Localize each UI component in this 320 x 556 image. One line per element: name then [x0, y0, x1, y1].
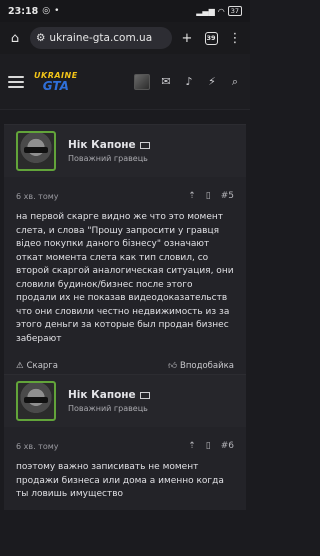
post-header: Нік Капоне Поважний гравець [4, 125, 246, 177]
message-icon[interactable] [139, 141, 150, 149]
site-logo[interactable]: UKRAINE GTA [34, 71, 78, 93]
tab-count: 39 [204, 31, 218, 45]
site-header: UKRAINE GTA ✉ ♪ ⚡ ⌕ [0, 54, 250, 110]
site-settings-icon[interactable]: ⚙ [36, 32, 45, 44]
user-avatar[interactable] [134, 73, 150, 90]
post-header: Нік Капоне Поважний гравець [4, 375, 246, 427]
post-number[interactable]: #5 [221, 191, 234, 201]
report-button[interactable]: ⚠ Скарга [16, 361, 58, 371]
share-icon[interactable]: ⇡ [188, 191, 196, 201]
post-meta: 6 хв. тому ⇡ ▯ #5 [4, 183, 246, 209]
tab-switcher-button[interactable]: 39 [202, 29, 220, 47]
post-time[interactable]: 6 хв. тому [16, 192, 59, 201]
user-title: Поважний гравець [68, 154, 148, 163]
forum-post: Нік Капоне Поважний гравець 6 хв. тому ⇡… [4, 124, 246, 378]
share-icon[interactable]: ⇡ [188, 441, 196, 451]
status-time: 23:18 [8, 5, 39, 17]
author-avatar[interactable] [16, 131, 56, 171]
message-icon[interactable] [139, 391, 150, 399]
home-icon[interactable]: ⌂ [6, 29, 24, 47]
address-bar[interactable]: ⚙ ukraine-gta.com.ua [30, 27, 172, 49]
hamburger-menu-icon[interactable] [8, 75, 24, 88]
post-number[interactable]: #6 [221, 441, 234, 451]
bookmark-icon[interactable]: ▯ [206, 191, 211, 201]
author-avatar[interactable] [16, 381, 56, 421]
notification-dot-icon: • [54, 6, 60, 16]
new-tab-icon[interactable]: + [178, 29, 196, 47]
signal-icon: ▂▄▆ [196, 6, 215, 16]
wifi-icon: ◠ [217, 6, 225, 16]
user-title: Поважний гравець [68, 404, 148, 413]
mail-icon[interactable]: ✉ [159, 75, 173, 89]
post-body: на первой скарге видно же что это момент… [16, 212, 234, 344]
bell-icon[interactable]: ♪ [182, 75, 196, 89]
post-body: поэтому важно записивать не момент прода… [16, 462, 224, 499]
url-text: ukraine-gta.com.ua [49, 32, 153, 44]
warning-icon: ⚠ [16, 361, 24, 371]
search-icon[interactable]: ⌕ [228, 75, 242, 89]
instagram-icon: ◎ [42, 6, 51, 16]
more-menu-icon[interactable]: ⋮ [226, 29, 244, 47]
browser-toolbar: ⌂ ⚙ ukraine-gta.com.ua + 39 ⋮ [0, 22, 250, 54]
author-name[interactable]: Нік Капоне [68, 139, 136, 151]
logo-bottom-text: GTA [42, 78, 69, 93]
like-label: Вподобайка [180, 361, 234, 371]
author-name[interactable]: Нік Капоне [68, 389, 136, 401]
report-label: Скарга [26, 361, 58, 371]
lightning-icon[interactable]: ⚡ [205, 75, 219, 89]
forum-post: Нік Капоне Поважний гравець 6 хв. тому ⇡… [4, 374, 246, 510]
post-meta: 6 хв. тому ⇡ ▯ #6 [4, 433, 246, 459]
battery-icon: 37 [227, 6, 242, 16]
status-bar: 23:18 ◎ • ▂▄▆ ◠ 37 [0, 0, 250, 22]
like-button[interactable]: 👍︎ Вподобайка [168, 361, 234, 371]
thumbs-up-icon: 👍︎ [168, 361, 178, 371]
bookmark-icon[interactable]: ▯ [206, 441, 211, 451]
post-time[interactable]: 6 хв. тому [16, 442, 59, 451]
